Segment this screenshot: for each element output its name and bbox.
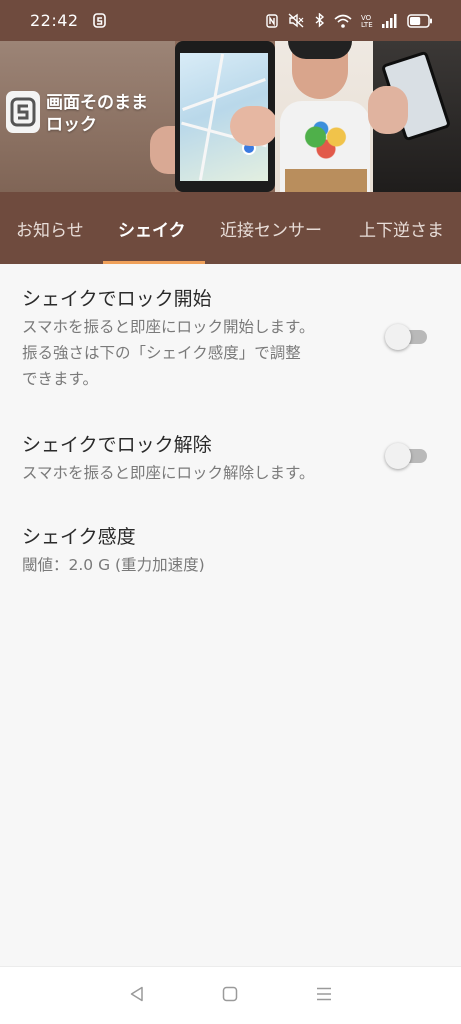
tab-bar: お知らせ シェイク 近接センサー 上下逆さま xyxy=(0,192,461,264)
back-button[interactable] xyxy=(117,976,157,1016)
volte-icon: VO LTE xyxy=(361,13,373,28)
setting-description: スマホを振ると即座にロック開始します。 振る強さは下の「シェイク感度」で調整 で… xyxy=(22,314,442,392)
setting-desc-line: 閾値：2.0 G (重力加速度) xyxy=(22,556,205,574)
tab-proximity-sensor[interactable]: 近接センサー xyxy=(220,192,322,264)
setting-desc-line: 振る強さは下の「シェイク感度」で調整 xyxy=(22,344,301,362)
bag-hand xyxy=(368,86,408,134)
status-time: 22:42 xyxy=(30,11,79,30)
setting-desc-line: スマホを振ると即座にロック開始します。 xyxy=(22,318,315,336)
app-s-icon xyxy=(92,13,106,28)
setting-desc-line: できます。 xyxy=(22,370,98,388)
setting-title: シェイクでロック開始 xyxy=(22,288,212,310)
child-board xyxy=(285,169,367,192)
setting-shake-lock-start[interactable]: シェイクでロック開始 スマホを振ると即座にロック開始します。 振る強さは下の「シ… xyxy=(22,286,442,392)
menu-button[interactable] xyxy=(304,976,344,1016)
toggle-thumb xyxy=(385,443,411,469)
banner-hand2-image xyxy=(230,106,278,146)
setting-shake-unlock[interactable]: シェイクでロック解除 スマホを振ると即座にロック解除します。 xyxy=(22,432,442,486)
wifi-icon xyxy=(334,14,352,28)
menu-icon xyxy=(316,986,332,1006)
child-hair xyxy=(288,41,352,59)
setting-title: シェイクでロック解除 xyxy=(22,434,212,456)
banner-title-line1: 画面そのまま xyxy=(46,93,148,113)
mute-icon xyxy=(287,13,305,28)
navigation-bar xyxy=(0,966,461,1024)
shake-unlock-toggle[interactable] xyxy=(385,443,427,469)
app-banner: 画面そのまま ロック xyxy=(0,41,461,192)
svg-text:LTE: LTE xyxy=(361,21,373,28)
setting-description: 閾値：2.0 G (重力加速度) xyxy=(22,552,442,578)
home-icon xyxy=(222,986,238,1006)
tab-notifications[interactable]: お知らせ xyxy=(16,192,84,264)
status-bar: 22:42 VO LTE xyxy=(0,0,461,41)
tab-shake[interactable]: シェイク xyxy=(118,192,186,264)
setting-desc-line: スマホを振ると即座にロック解除します。 xyxy=(22,464,315,482)
nfc-icon xyxy=(266,13,278,28)
setting-shake-sensitivity[interactable]: シェイク感度 閾値：2.0 G (重力加速度) xyxy=(22,524,442,578)
tab-upside-down[interactable]: 上下逆さま xyxy=(359,192,444,264)
setting-description: スマホを振ると即座にロック解除します。 xyxy=(22,460,442,486)
banner-title-line2: ロック xyxy=(46,115,97,135)
battery-icon xyxy=(407,13,433,28)
back-icon xyxy=(129,986,145,1006)
app-logo-icon xyxy=(6,91,40,133)
shake-lock-start-toggle[interactable] xyxy=(385,324,427,350)
home-button[interactable] xyxy=(210,976,250,1016)
bluetooth-icon xyxy=(314,13,325,28)
banner-title: 画面そのまま ロック xyxy=(46,92,148,136)
toggle-thumb xyxy=(385,324,411,350)
setting-title: シェイク感度 xyxy=(22,526,136,548)
child-shirt-art xyxy=(300,121,352,161)
signal-icon xyxy=(382,13,398,28)
tab-indicator xyxy=(103,261,205,264)
